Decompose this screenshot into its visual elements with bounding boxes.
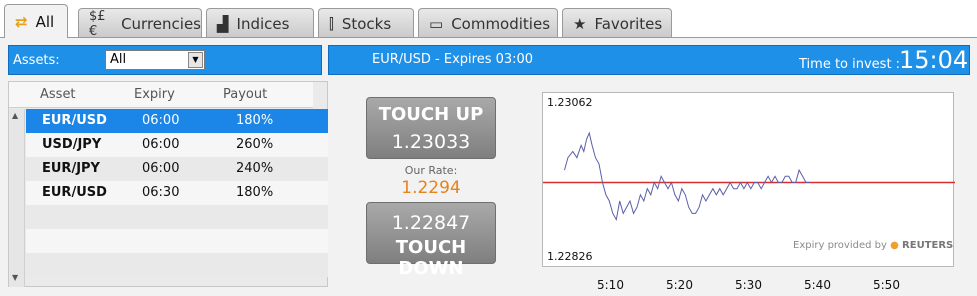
touch-down-button[interactable]: 1.22847 TOUCH DOWN	[366, 202, 496, 279]
tab-stocks[interactable]: ⫿ Stocks	[318, 8, 414, 38]
tab-indices[interactable]: ▟ Indices	[206, 8, 314, 38]
assets-table: Asset Expiry Payout ▲ ▼ EUR/USD 06:00 18…	[8, 81, 328, 287]
column-header-asset[interactable]: Asset	[40, 87, 76, 102]
row-asset: EUR/USD	[42, 185, 107, 200]
table-row[interactable]: EUR/USD 06:00 180%	[26, 109, 328, 133]
table-scrollbar[interactable]: ▲ ▼	[9, 109, 25, 287]
price-chart: 1.23062 1.22826 Expiry provided by ● REU…	[542, 92, 955, 267]
assets-select-value: All	[110, 52, 127, 67]
touch-down-value: 1.22847	[391, 212, 471, 234]
touch-down-label: TOUCH DOWN	[395, 237, 467, 279]
table-row[interactable]: EUR/USD 06:30 180%	[26, 181, 328, 205]
time-to-invest-label: Time to invest :	[799, 57, 901, 72]
row-payout: 240%	[236, 161, 274, 176]
row-expiry: 06:30	[142, 185, 180, 200]
row-payout: 180%	[236, 113, 274, 128]
chart-low-label: 1.22826	[547, 250, 593, 263]
assets-select[interactable]: All ▼	[105, 50, 205, 70]
row-payout: 260%	[236, 137, 274, 152]
scroll-down-icon[interactable]: ▼	[12, 273, 18, 282]
touch-up-label: TOUCH UP	[378, 104, 484, 125]
refresh-arrows-icon: ⇄	[15, 12, 28, 31]
empty-row	[26, 205, 328, 229]
tab-currencies[interactable]: $£€ Currencies	[78, 8, 202, 39]
currency-symbols-icon: $£€	[89, 8, 106, 39]
row-asset: EUR/USD	[42, 113, 107, 128]
tab-favorites[interactable]: ★ Favorites	[562, 8, 672, 38]
tab-all[interactable]: ⇄ All	[4, 4, 68, 38]
asset-tabs: ⇄ All $£€ Currencies ▟ Indices ⫿ Stocks …	[0, 0, 977, 39]
chevron-down-icon[interactable]: ▼	[188, 52, 203, 68]
attribution-text: Expiry provided by	[793, 240, 887, 251]
x-tick-label: 5:50	[873, 278, 900, 292]
price-series-line	[564, 131, 810, 222]
star-icon: ★	[573, 14, 587, 33]
row-asset: USD/JPY	[42, 137, 102, 152]
x-tick-label: 5:30	[735, 278, 762, 292]
row-asset: EUR/JPY	[42, 161, 100, 176]
chart-high-label: 1.23062	[547, 96, 593, 109]
table-row[interactable]: EUR/JPY 06:00 240%	[26, 157, 328, 181]
our-rate-value: 1.2294	[401, 178, 461, 198]
tab-commodities[interactable]: ▭ Commodities	[418, 8, 558, 38]
our-rate-label: Our Rate:	[404, 164, 458, 177]
tab-label: Stocks	[341, 14, 392, 33]
tab-label: All	[35, 12, 55, 31]
empty-row	[26, 229, 328, 253]
x-tick-label: 5:20	[666, 278, 693, 292]
tab-label: Indices	[236, 14, 290, 33]
x-tick-label: 5:10	[597, 278, 624, 292]
reuters-attribution: Expiry provided by ● REUTERS	[793, 240, 953, 251]
column-header-payout[interactable]: Payout	[223, 87, 267, 102]
tab-label: Favorites	[594, 14, 663, 33]
assets-filter-bar: Assets: All ▼	[8, 45, 322, 75]
empty-row	[26, 253, 328, 277]
reuters-logo-icon: ●	[890, 240, 899, 251]
scroll-up-icon[interactable]: ▲	[12, 111, 18, 120]
stock-chart-icon: ⫿	[329, 14, 334, 33]
gold-bar-icon: ▭	[429, 14, 444, 33]
table-header: Asset Expiry Payout	[9, 82, 313, 108]
assets-filter-label: Assets:	[13, 53, 60, 68]
x-tick-label: 5:40	[804, 278, 831, 292]
column-header-expiry[interactable]: Expiry	[134, 87, 175, 102]
trading-panel: Assets: All ▼ Asset Expiry Payout ▲ ▼ EU…	[0, 37, 977, 296]
touch-up-value: 1.23033	[391, 131, 471, 153]
row-expiry: 06:00	[142, 113, 180, 128]
trade-header: EUR/USD - Expires 03:00 Time to invest :…	[328, 45, 970, 75]
reuters-brand: REUTERS	[902, 240, 954, 251]
table-row[interactable]: USD/JPY 06:00 260%	[26, 133, 328, 157]
row-expiry: 06:00	[142, 137, 180, 152]
trade-title: EUR/USD - Expires 03:00	[372, 52, 534, 67]
tab-label: Currencies	[121, 14, 201, 33]
tab-label: Commodities	[451, 14, 551, 33]
time-to-invest-value: 15:04	[899, 46, 969, 74]
touch-up-button[interactable]: TOUCH UP 1.23033	[366, 97, 496, 159]
bar-trend-icon: ▟	[217, 14, 229, 33]
row-payout: 180%	[236, 185, 274, 200]
row-expiry: 06:00	[142, 161, 180, 176]
